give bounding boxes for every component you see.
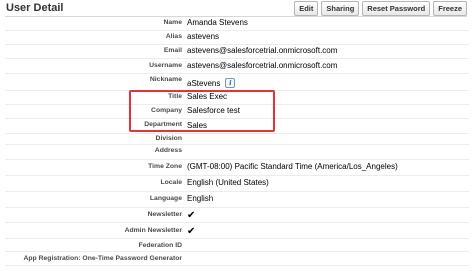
field-label-newsletter: Newsletter [147, 211, 182, 218]
field-value-alias: astevens [187, 32, 220, 41]
field-label-federation-id: Federation ID [138, 242, 182, 249]
field-value-locale: English (United States) [187, 178, 269, 187]
field-row-username: Username astevens@salesforcetrial.onmicr… [0, 59, 474, 74]
field-label-admin-newsletter: Admin Newsletter [124, 227, 182, 234]
checkmark-icon: ✔ [187, 226, 196, 237]
field-row-newsletter: Newsletter ✔ [0, 208, 474, 223]
field-row-admin-newsletter: Admin Newsletter ✔ [0, 223, 474, 239]
field-row-address: Address [0, 145, 474, 160]
page-header: User Detail Edit Sharing Reset Password … [0, 0, 474, 16]
field-row-time-zone: Time Zone (GMT-08:00) Pacific Standard T… [0, 160, 474, 176]
field-value-nickname-wrap: aStevens i [187, 78, 236, 88]
field-label-name: Name [163, 19, 182, 26]
reset-password-button[interactable]: Reset Password [362, 1, 431, 16]
field-label-app-registration: App Registration: One-Time Password Gene… [23, 255, 183, 262]
field-value-nickname: aStevens [187, 79, 221, 88]
field-row-alias: Alias astevens [0, 31, 474, 45]
field-value-time-zone: (GMT-08:00) Pacific Standard Time (Ameri… [187, 162, 398, 171]
sharing-button[interactable]: Sharing [321, 1, 360, 16]
field-row-email: Email astevens@salesforcetrial.onmicroso… [0, 45, 474, 59]
field-row-division: Division [0, 134, 474, 145]
freeze-button[interactable]: Freeze [433, 1, 467, 16]
field-row-locale: Locale English (United States) [0, 176, 474, 192]
field-label-username: Username [149, 62, 182, 69]
field-row-federation-id: Federation ID [0, 239, 474, 252]
field-label-address: Address [154, 147, 182, 154]
field-value-name: Amanda Stevens [187, 18, 248, 27]
button-bar: Edit Sharing Reset Password Freeze [294, 1, 467, 16]
field-label-nickname: Nickname [149, 76, 182, 83]
page-title: User Detail [6, 2, 64, 14]
field-label-time-zone: Time Zone [148, 163, 182, 170]
field-row-language: Language English [0, 192, 474, 208]
checkmark-icon: ✔ [187, 210, 196, 221]
edit-button[interactable]: Edit [294, 1, 319, 16]
field-label-locale: Locale [160, 179, 182, 186]
field-value-email[interactable]: astevens@salesforcetrial.onmicrosoft.com [187, 46, 337, 55]
field-row-nickname: Nickname aStevens i [0, 74, 474, 91]
highlight-box [129, 90, 275, 132]
info-icon[interactable]: i [225, 78, 236, 88]
field-label-division: Division [155, 135, 182, 142]
field-row-name: Name Amanda Stevens [0, 17, 474, 31]
field-row-app-registration: App Registration: One-Time Password Gene… [0, 252, 474, 266]
field-value-username: astevens@salesforcetrial.onmicrosoft.com [187, 61, 338, 70]
field-label-alias: Alias [165, 33, 182, 40]
field-label-language: Language [149, 195, 182, 202]
field-value-language: English [187, 194, 214, 203]
field-label-email: Email [163, 47, 182, 54]
row-divider [5, 265, 469, 266]
